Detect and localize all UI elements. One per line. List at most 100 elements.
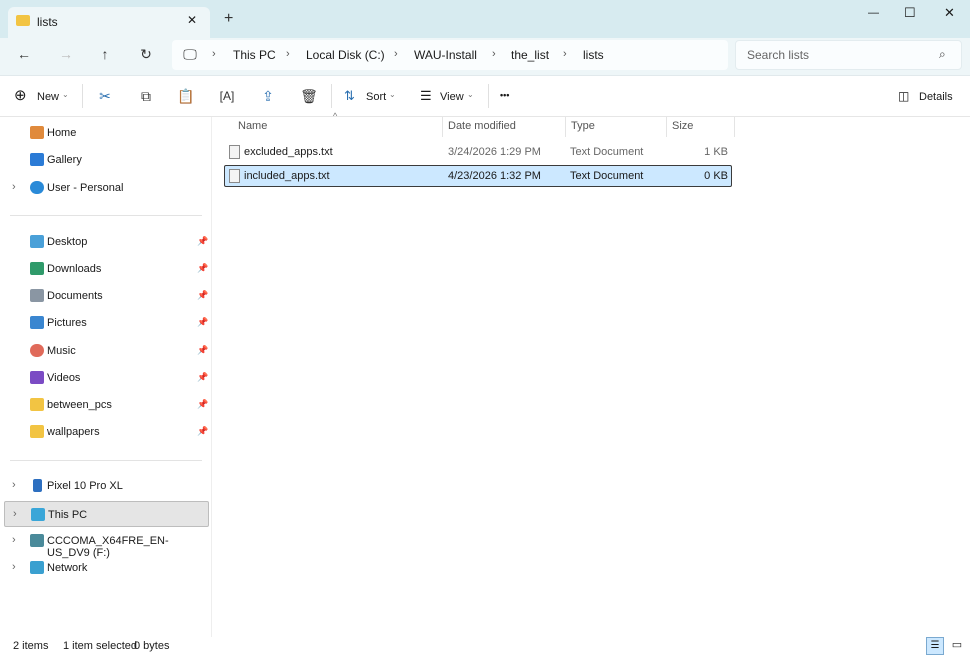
sidebar-item-wallpapers[interactable]: wallpapers 📌 bbox=[4, 419, 209, 445]
pc-icon: 🖵 bbox=[183, 46, 197, 62]
column-header-name[interactable]: Name bbox=[238, 120, 267, 132]
text-file-icon bbox=[229, 145, 240, 159]
rename-icon[interactable]: [A] bbox=[217, 86, 237, 106]
new-tab-button[interactable]: + bbox=[224, 10, 233, 28]
chevron-right-icon[interactable]: › bbox=[13, 508, 17, 520]
copy-icon[interactable]: ⧉ bbox=[136, 86, 156, 106]
sidebar-item-network[interactable]: › Network bbox=[4, 555, 209, 581]
search-icon: ⌕ bbox=[939, 47, 946, 61]
maximize-button[interactable]: ☐ bbox=[904, 5, 916, 21]
close-window-button[interactable]: ✕ bbox=[944, 5, 955, 21]
chevron-icon: › bbox=[492, 48, 496, 60]
tiles-view-button[interactable]: ▭ bbox=[948, 637, 966, 655]
chevron-icon: › bbox=[563, 48, 567, 60]
view-icon: ☰ bbox=[420, 88, 432, 103]
share-icon[interactable]: ⇪ bbox=[258, 86, 278, 106]
refresh-icon[interactable]: ↻ bbox=[136, 44, 156, 64]
breadcrumb-lists[interactable]: lists bbox=[583, 48, 604, 62]
pin-icon: 📌 bbox=[197, 290, 209, 300]
up-icon[interactable]: ↑ bbox=[95, 44, 115, 64]
sidebar-item-home[interactable]: Home bbox=[4, 120, 209, 146]
chevron-right-icon[interactable]: › bbox=[12, 534, 16, 546]
sidebar-item-desktop[interactable]: Desktop 📌 bbox=[4, 229, 209, 255]
column-divider[interactable] bbox=[666, 117, 667, 137]
view-label: View bbox=[440, 91, 464, 103]
divider bbox=[10, 215, 202, 216]
breadcrumb-local-disk[interactable]: Local Disk (C:) bbox=[306, 48, 385, 62]
details-button[interactable]: ◫ Details bbox=[896, 86, 956, 108]
column-header-size[interactable]: Size bbox=[672, 120, 693, 132]
column-divider[interactable] bbox=[442, 117, 443, 137]
details-label: Details bbox=[919, 91, 953, 103]
folder-icon bbox=[16, 15, 30, 26]
pin-icon: 📌 bbox=[197, 372, 209, 382]
chevron-right-icon[interactable]: › bbox=[12, 479, 16, 491]
file-row-selected[interactable]: included_apps.txt 4/23/2026 1:32 PM Text… bbox=[224, 165, 732, 187]
breadcrumb-the-list[interactable]: the_list bbox=[511, 48, 549, 62]
forward-icon[interactable]: → bbox=[56, 44, 76, 64]
gallery-icon bbox=[30, 153, 44, 166]
sidebar-item-label: Downloads bbox=[47, 263, 102, 275]
chevron-down-icon: ⌄ bbox=[62, 90, 69, 99]
pin-icon: 📌 bbox=[197, 399, 209, 409]
downloads-icon bbox=[30, 262, 44, 275]
sort-button[interactable]: ⇅ Sort ⌄ bbox=[342, 86, 402, 108]
sidebar-item-between-pcs[interactable]: between_pcs 📌 bbox=[4, 392, 209, 418]
new-label: New bbox=[37, 91, 60, 103]
pin-icon: 📌 bbox=[197, 263, 209, 273]
back-icon[interactable]: ← bbox=[14, 44, 34, 64]
sidebar-item-this-pc[interactable]: › This PC bbox=[4, 501, 209, 527]
minimize-button[interactable]: — bbox=[868, 7, 879, 19]
divider bbox=[10, 460, 202, 461]
more-options-button[interactable]: ••• bbox=[500, 90, 509, 100]
divider bbox=[488, 84, 489, 108]
tab-title: lists bbox=[37, 15, 58, 29]
sidebar-item-label: Desktop bbox=[47, 236, 88, 248]
column-header-type[interactable]: Type bbox=[571, 120, 595, 132]
view-button[interactable]: ☰ View ⌄ bbox=[418, 86, 478, 108]
breadcrumb-wau-install[interactable]: WAU-Install bbox=[414, 48, 477, 62]
cut-icon[interactable]: ✂ bbox=[95, 86, 115, 106]
pin-icon: 📌 bbox=[197, 236, 209, 246]
pane-splitter[interactable] bbox=[211, 117, 212, 637]
chevron-down-icon: ⌄ bbox=[389, 90, 396, 99]
status-selection: 1 item selected bbox=[63, 640, 137, 652]
sidebar-item-label: Gallery bbox=[47, 154, 82, 166]
column-divider[interactable] bbox=[565, 117, 566, 137]
file-size: 1 KB bbox=[704, 146, 728, 158]
sidebar-item-pictures[interactable]: Pictures 📌 bbox=[4, 310, 209, 336]
folder-icon bbox=[30, 398, 44, 411]
pin-icon: 📌 bbox=[197, 426, 209, 436]
search-input[interactable]: Search lists ⌕ bbox=[735, 40, 962, 70]
file-row[interactable]: excluded_apps.txt 3/24/2026 1:29 PM Text… bbox=[224, 141, 732, 163]
breadcrumb-this-pc[interactable]: This PC bbox=[233, 48, 276, 62]
sidebar-item-downloads[interactable]: Downloads 📌 bbox=[4, 256, 209, 282]
chevron-right-icon[interactable]: › bbox=[12, 561, 16, 573]
sidebar-item-usb-drive[interactable]: › CCCOMA_X64FRE_EN-US_DV9 (F:) bbox=[4, 528, 209, 559]
file-date: 4/23/2026 1:32 PM bbox=[448, 170, 541, 182]
status-size: 0 bytes bbox=[134, 640, 170, 652]
new-button[interactable]: ⊕ New ⌄ bbox=[10, 86, 74, 108]
sidebar-item-label: User - Personal bbox=[47, 182, 124, 194]
sort-icon: ⇅ bbox=[344, 88, 355, 103]
paste-icon[interactable]: 📋 bbox=[176, 86, 196, 106]
sidebar-item-gallery[interactable]: Gallery bbox=[4, 147, 209, 173]
file-name: included_apps.txt bbox=[244, 170, 330, 182]
tab-lists[interactable]: lists ✕ bbox=[8, 7, 210, 38]
sidebar-item-documents[interactable]: Documents 📌 bbox=[4, 283, 209, 309]
close-tab-icon[interactable]: ✕ bbox=[187, 13, 197, 27]
column-divider[interactable] bbox=[734, 117, 735, 137]
text-file-icon bbox=[229, 169, 240, 183]
sidebar-item-pixel[interactable]: › Pixel 10 Pro XL bbox=[4, 473, 209, 499]
sidebar-item-user-personal[interactable]: › User - Personal bbox=[4, 175, 209, 201]
chevron-right-icon[interactable]: › bbox=[12, 181, 16, 193]
sidebar-item-music[interactable]: Music 📌 bbox=[4, 338, 209, 364]
chevron-down-icon: ⌄ bbox=[467, 90, 474, 99]
details-view-button[interactable]: ☰ bbox=[926, 637, 944, 655]
divider bbox=[82, 84, 83, 108]
address-bar[interactable]: 🖵 › This PC › Local Disk (C:) › WAU-Inst… bbox=[172, 40, 728, 70]
column-header-date[interactable]: Date modified bbox=[448, 120, 516, 132]
plus-icon: ⊕ bbox=[14, 87, 27, 104]
delete-icon[interactable]: 🗑 bbox=[299, 86, 319, 106]
sidebar-item-videos[interactable]: Videos 📌 bbox=[4, 365, 209, 391]
